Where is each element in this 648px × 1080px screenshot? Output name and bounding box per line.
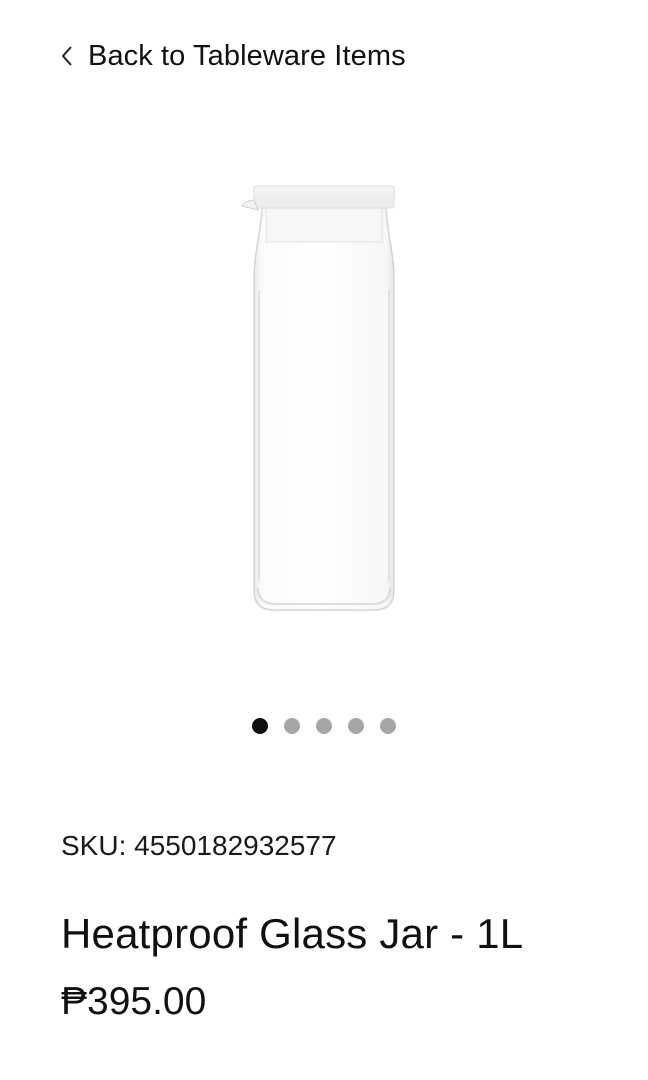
carousel-dots bbox=[0, 718, 648, 734]
back-to-category-link[interactable]: Back to Tableware Items bbox=[60, 36, 406, 76]
product-detail-page: Back to Tableware Items SKU: 45501829325… bbox=[0, 0, 648, 1080]
back-link-label: Back to Tableware Items bbox=[88, 39, 406, 72]
product-name: Heatproof Glass Jar - 1L bbox=[61, 910, 524, 957]
carousel-dot-2[interactable] bbox=[284, 718, 300, 734]
carousel-dot-1[interactable] bbox=[252, 718, 268, 734]
carousel-dot-5[interactable] bbox=[380, 718, 396, 734]
carousel-dot-3[interactable] bbox=[316, 718, 332, 734]
product-sku: SKU: 4550182932577 bbox=[61, 830, 337, 861]
chevron-left-icon bbox=[61, 46, 72, 66]
product-price: ₱395.00 bbox=[61, 980, 207, 1023]
product-image bbox=[241, 185, 395, 611]
carousel-dot-4[interactable] bbox=[348, 718, 364, 734]
